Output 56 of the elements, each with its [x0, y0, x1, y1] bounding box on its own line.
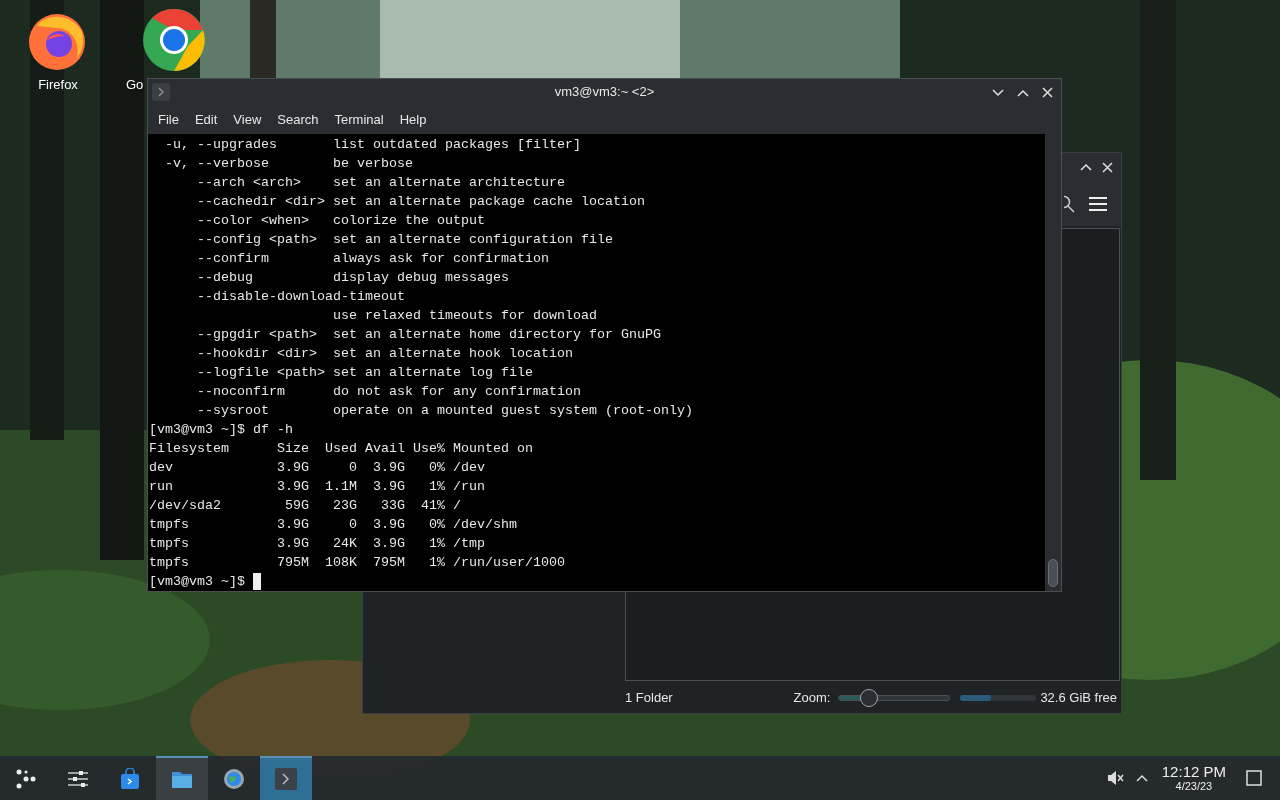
terminal-line: tmpfs 3.9G 0 3.9G 0% /dev/shm: [149, 516, 517, 534]
menu-item[interactable]: Search: [269, 105, 327, 134]
minimize-icon[interactable]: [992, 88, 1004, 97]
terminal-icon: [275, 768, 297, 790]
terminal-line: --confirm always ask for confirmation: [196, 250, 549, 268]
launcher-icon: [15, 768, 37, 790]
terminal-line: --arch <arch> set an alternate architecture: [196, 174, 565, 192]
menu-item[interactable]: Terminal: [326, 105, 392, 134]
menu-item[interactable]: Edit: [186, 105, 226, 134]
terminal-line: tmpfs 3.9G 24K 3.9G 1% /tmp: [149, 535, 485, 553]
terminal-line: tmpfs 795M 108K 795M 1% /run/user/1000: [149, 554, 565, 572]
clock[interactable]: 12:12 PM 4/23/23: [1161, 764, 1226, 792]
chevron-up-icon[interactable]: [1135, 774, 1148, 782]
search-icon[interactable]: [1064, 194, 1075, 213]
terminal-line: --sysroot operate on a mounted guest system (root-only): [196, 402, 693, 420]
terminal-line: dev 3.9G 0 3.9G 0% /dev: [149, 459, 485, 477]
terminal-line: --cachedir <dir> set an alternate package cache location: [196, 193, 645, 211]
terminal-line: -u, --upgrades list outdated packages [filter]: [164, 136, 581, 154]
status-text: 1 Folder: [625, 689, 673, 708]
icon-label[interactable]: Firefox: [8, 77, 108, 93]
globe-gear-icon: [223, 768, 245, 790]
menu-item[interactable]: View: [225, 105, 270, 134]
terminal-line: --disable-download-timeout: [196, 288, 405, 306]
free-space-text: 32.6 GiB free: [1040, 689, 1117, 708]
terminal-line: [vm3@vm3 ~]$: [149, 573, 246, 591]
terminal-icon: [152, 83, 170, 101]
menu-item[interactable]: Help: [391, 105, 435, 134]
terminal-line: run 3.9G 1.1M 3.9G 1% /run: [149, 478, 485, 496]
menu-icon[interactable]: [1089, 196, 1107, 211]
close-icon[interactable]: [1102, 161, 1113, 173]
terminal-line: --config <path> set an alternate configuration file: [196, 231, 613, 249]
maximize-icon[interactable]: [1017, 88, 1029, 97]
terminal-line: --logfile <path> set an alternate log file: [196, 364, 533, 382]
window-title: vm3@vm3:~ <2>: [554, 83, 655, 102]
terminal-line: [vm3@vm3 ~]$ df -h: [149, 421, 293, 439]
maximize-icon[interactable]: [1080, 163, 1092, 171]
terminal-line: use relaxed timeouts for download: [331, 307, 597, 325]
terminal-line: Filesystem Size Used Avail Use% Mounted on: [149, 440, 533, 458]
menu-item[interactable]: File: [150, 105, 187, 134]
chrome-icon[interactable]: [142, 8, 206, 72]
terminal-line: --color <when> colorize the output: [196, 212, 485, 230]
terminal-line: --gpgdir <path> set an alternate home directory for GnuPG: [196, 326, 661, 344]
terminal-line: --noconfirm do not ask for any confirmation: [196, 383, 581, 401]
sliders-icon: [67, 768, 89, 790]
icon-label[interactable]: Go: [126, 77, 144, 93]
muted-speaker-icon[interactable]: [1105, 769, 1124, 787]
terminal-line: /dev/sda2 59G 23G 33G 41% /: [149, 497, 461, 515]
shopping-bag-icon: [119, 768, 141, 790]
close-icon[interactable]: [1042, 87, 1053, 98]
terminal-line: --hookdir <dir> set an alternate hook location: [196, 345, 573, 363]
show-desktop-icon[interactable]: [1246, 770, 1262, 786]
scrollbar[interactable]: [1045, 134, 1061, 591]
terminal-line: --debug display debug messages: [196, 269, 509, 287]
zoom-slider[interactable]: [838, 688, 951, 708]
zoom-label: Zoom:: [793, 689, 831, 708]
terminal-line: -v, --verbose be verbose: [164, 155, 413, 173]
